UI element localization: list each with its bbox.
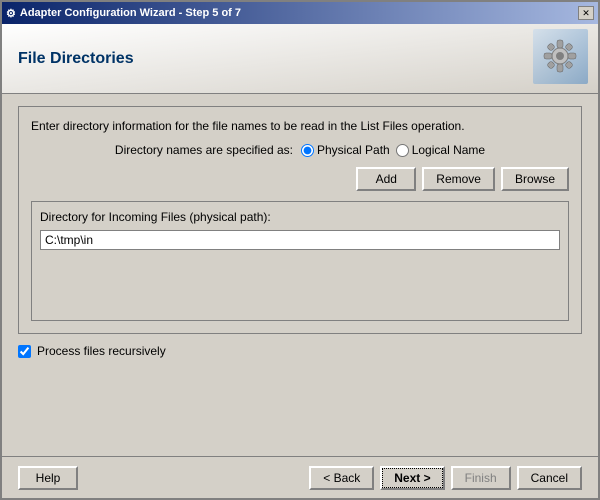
cancel-button[interactable]: Cancel — [517, 466, 582, 490]
recursive-label: Process files recursively — [37, 344, 166, 358]
physical-path-label: Physical Path — [317, 143, 390, 157]
radio-row: Directory names are specified as: Physic… — [31, 143, 569, 157]
outer-box: Enter directory information for the file… — [18, 106, 582, 334]
checkbox-row: Process files recursively — [18, 344, 582, 358]
directory-entry[interactable]: C:\tmp\in — [40, 230, 560, 250]
wizard-icon-area — [533, 29, 588, 87]
footer: Help < Back Next > Finish Cancel — [2, 456, 598, 498]
back-button[interactable]: < Back — [309, 466, 374, 490]
directory-names-label: Directory names are specified as: — [115, 143, 293, 157]
physical-path-radio[interactable] — [301, 144, 314, 157]
next-button[interactable]: Next > — [380, 466, 444, 490]
browse-button[interactable]: Browse — [501, 167, 569, 191]
header-section: File Directories — [2, 24, 598, 94]
radio-group: Physical Path Logical Name — [301, 143, 485, 157]
logical-name-label: Logical Name — [412, 143, 485, 157]
recursive-checkbox[interactable] — [18, 345, 31, 358]
content-area: Enter directory information for the file… — [2, 94, 598, 456]
wizard-window: ⚙ Adapter Configuration Wizard - Step 5 … — [0, 0, 600, 500]
logical-name-radio[interactable] — [396, 144, 409, 157]
title-bar: ⚙ Adapter Configuration Wizard - Step 5 … — [2, 2, 598, 24]
close-button[interactable]: ✕ — [578, 6, 594, 20]
window-title: Adapter Configuration Wizard - Step 5 of… — [20, 7, 241, 19]
finish-button[interactable]: Finish — [451, 466, 511, 490]
directory-section-label: Directory for Incoming Files (physical p… — [40, 210, 560, 224]
logical-name-option[interactable]: Logical Name — [396, 143, 485, 157]
title-bar-controls: ✕ — [578, 6, 594, 20]
footer-right: < Back Next > Finish Cancel — [309, 466, 582, 490]
page-title: File Directories — [18, 50, 134, 68]
remove-button[interactable]: Remove — [422, 167, 495, 191]
add-button[interactable]: Add — [356, 167, 416, 191]
title-icon: ⚙ — [6, 7, 16, 20]
description-text: Enter directory information for the file… — [31, 119, 569, 133]
help-button[interactable]: Help — [18, 466, 78, 490]
action-buttons: Add Remove Browse — [31, 167, 569, 191]
directory-box: Directory for Incoming Files (physical p… — [31, 201, 569, 321]
physical-path-option[interactable]: Physical Path — [301, 143, 390, 157]
gear-icon — [533, 29, 588, 84]
footer-left: Help — [18, 466, 78, 490]
